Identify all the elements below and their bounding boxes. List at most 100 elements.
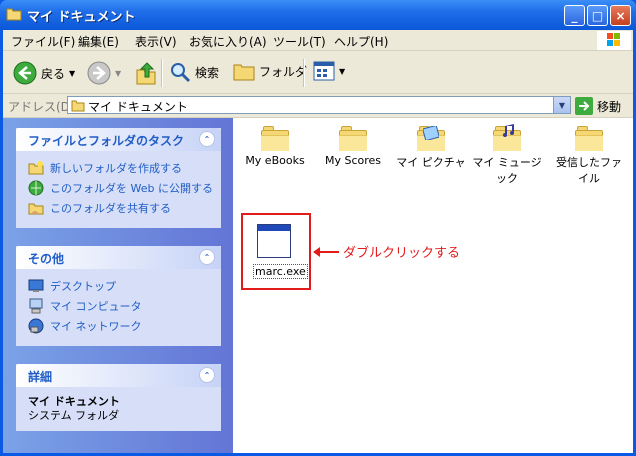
application-icon [257, 224, 291, 258]
menu-bar: ファイル(F) 編集(E) 表示(V) お気に入り(A) ツール(T) ヘルプ(… [3, 30, 633, 51]
task-label: 新しいフォルダを作成する [50, 162, 182, 175]
arrow-left-icon [313, 246, 339, 257]
up-folder-icon [136, 62, 156, 85]
address-bar: アドレス(D) マイ ドキュメント ▼ 移動 [3, 94, 633, 118]
item-label: マイ ピクチャ [396, 156, 466, 169]
task-label: このフォルダを Web に公開する [50, 182, 213, 195]
menu-tools[interactable]: ツール(T) [273, 33, 326, 50]
menu-file[interactable]: ファイル(F) [11, 33, 75, 50]
other-desktop[interactable]: デスクトップ [28, 278, 116, 294]
other-panel-title: その他 [28, 252, 65, 266]
up-folder-button[interactable] [135, 61, 157, 85]
task-share-folder[interactable]: このフォルダを共有する [28, 200, 171, 216]
address-input[interactable]: マイ ドキュメント ▼ [67, 96, 571, 114]
other-label: マイ ネットワーク [50, 320, 142, 333]
share-folder-icon [28, 203, 44, 215]
toolbar-separator [161, 59, 163, 87]
window-frame: ファイル(F) 編集(E) 表示(V) お気に入り(A) ツール(T) ヘルプ(… [3, 30, 633, 453]
address-value: マイ ドキュメント [88, 100, 188, 114]
toolbar: 戻る ▼ ▼ 検索 フォルダ ▼ [3, 51, 633, 94]
minimize-icon: _ [571, 8, 578, 23]
computer-icon [29, 298, 43, 314]
item-label: My Scores [324, 154, 382, 167]
folder-icon [71, 100, 85, 112]
back-button[interactable]: 戻る ▼ [13, 61, 75, 85]
other-label: マイ コンピュータ [50, 300, 142, 313]
menu-help[interactable]: ヘルプ(H) [334, 33, 388, 50]
item-label: My eBooks [245, 154, 305, 167]
other-label: デスクトップ [50, 280, 116, 293]
instruction-callout: ダブルクリックする [313, 242, 460, 261]
title-bar[interactable]: マイ ドキュメント _ □ × [0, 0, 636, 30]
folder-icon [339, 126, 367, 151]
folder-my-music[interactable]: マイ ミュージック [469, 124, 545, 186]
address-label: アドレス(D) [8, 100, 75, 114]
close-icon: × [615, 8, 626, 23]
collapse-icon[interactable]: ⌃ [199, 249, 215, 265]
tasks-panel-header[interactable]: ファイルとフォルダのタスク ⌃ [16, 128, 221, 151]
tasks-panel: ファイルとフォルダのタスク ⌃ 新しいフォルダを作成する このフォルダを Web… [16, 128, 221, 228]
task-label: このフォルダを共有する [50, 202, 171, 215]
chevron-down-icon: ▼ [69, 68, 76, 78]
desktop-icon [28, 279, 44, 292]
search-button[interactable]: 検索 [169, 61, 219, 83]
other-my-computer[interactable]: マイ コンピュータ [28, 298, 142, 314]
other-panel-header[interactable]: その他 ⌃ [16, 246, 221, 269]
forward-button[interactable]: ▼ [87, 61, 121, 85]
task-new-folder[interactable]: 新しいフォルダを作成する [28, 160, 182, 176]
chevron-down-icon: ▼ [558, 100, 566, 110]
folder-received-files[interactable]: 受信したファイル [551, 126, 627, 186]
globe-icon [28, 180, 44, 196]
collapse-icon[interactable]: ⌃ [199, 131, 215, 147]
new-folder-icon [28, 161, 44, 175]
search-icon [171, 63, 191, 83]
go-label: 移動 [597, 99, 622, 114]
callout-text: ダブルクリックする [343, 246, 461, 261]
menu-favorites[interactable]: お気に入り(A) [189, 33, 267, 50]
window-title: マイ ドキュメント [27, 10, 136, 25]
views-button[interactable]: ▼ [313, 61, 345, 81]
task-pane: ファイルとフォルダのタスク ⌃ 新しいフォルダを作成する このフォルダを Web… [3, 118, 233, 453]
folder-icon [575, 126, 603, 151]
menu-view[interactable]: 表示(V) [135, 33, 177, 50]
details-panel: 詳細 ⌃ マイ ドキュメント システム フォルダ [16, 364, 221, 431]
go-button[interactable]: 移動 [575, 97, 621, 115]
menu-edit[interactable]: 編集(E) [78, 33, 119, 50]
folder-icon [6, 8, 22, 21]
toolbar-separator [303, 59, 305, 87]
minimize-button[interactable]: _ [564, 5, 585, 26]
go-arrow-icon [575, 97, 593, 115]
maximize-button[interactable]: □ [587, 5, 608, 26]
folder-my-ebooks[interactable]: My eBooks [237, 126, 313, 167]
address-dropdown-button[interactable]: ▼ [553, 97, 570, 113]
details-panel-title: 詳細 [28, 370, 53, 384]
explorer-window: マイ ドキュメント _ □ × ファイル(F) 編集(E) 表示(V) お気に入… [0, 0, 636, 456]
folders-icon [233, 64, 255, 81]
forward-arrow-icon [87, 61, 111, 85]
item-label: 受信したファイル [556, 156, 622, 185]
close-button[interactable]: × [610, 5, 631, 26]
other-my-network[interactable]: マイ ネットワーク [28, 318, 142, 334]
file-list: My eBooks My Scores マイ ピクチャ マイ ミュージック 受信… [233, 118, 633, 453]
chevron-down-icon: ▼ [339, 66, 346, 76]
tasks-panel-title: ファイルとフォルダのタスク [28, 134, 185, 148]
other-panel: その他 ⌃ デスクトップ マイ コンピュータ マイ ネットワーク [16, 246, 221, 346]
collapse-icon[interactable]: ⌃ [199, 367, 215, 383]
back-arrow-icon [13, 61, 37, 85]
details-panel-header[interactable]: 詳細 ⌃ [16, 364, 221, 387]
views-icon [313, 61, 335, 81]
windows-logo-icon [597, 31, 631, 50]
item-label: マイ ミュージック [472, 156, 542, 185]
details-type: システム フォルダ [28, 409, 120, 422]
exe-file-highlight[interactable]: marc.exe [241, 213, 311, 290]
folder-my-pictures[interactable]: マイ ピクチャ [393, 126, 469, 170]
folders-label: フォルダ [259, 64, 308, 79]
folders-button[interactable]: フォルダ [233, 61, 307, 81]
maximize-icon: □ [591, 8, 604, 23]
chevron-down-icon: ▼ [115, 68, 122, 78]
task-publish-web[interactable]: このフォルダを Web に公開する [28, 180, 213, 196]
folder-my-scores[interactable]: My Scores [315, 126, 391, 167]
search-label: 検索 [195, 65, 220, 80]
back-label: 戻る [41, 66, 66, 81]
exe-file-label: marc.exe [253, 264, 308, 279]
